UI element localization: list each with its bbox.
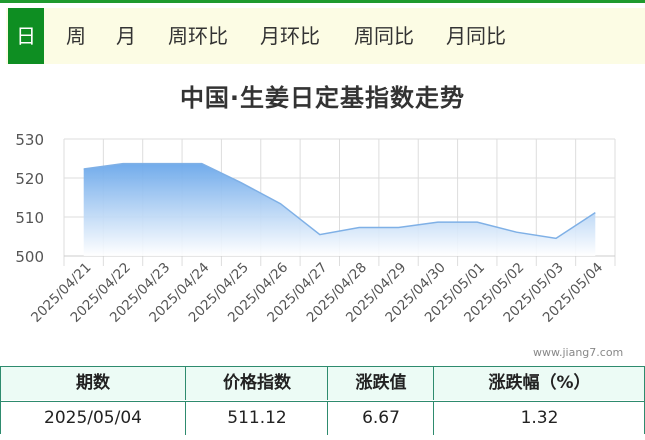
y-tick-label: 500 (15, 248, 44, 266)
y-tick-label: 510 (15, 209, 44, 227)
cell-price-index: 511.12 (185, 402, 328, 435)
summary-table: 期数 价格指数 涨跌值 涨跌幅（%） 2025/05/04 511.12 6.6… (0, 366, 645, 435)
header-price-index: 价格指数 (185, 367, 328, 400)
header-period: 期数 (76, 373, 110, 393)
y-tick-label: 530 (15, 131, 44, 149)
header-change-percent: 涨跌幅（%） (433, 367, 645, 400)
table-header-row: 期数 价格指数 涨跌值 涨跌幅（%） (1, 367, 644, 400)
cell-period: 2025/05/04 (44, 408, 142, 428)
y-tick-label: 520 (15, 170, 44, 188)
cell-change-percent: 1.32 (433, 402, 645, 435)
header-change-value: 涨跌值 (327, 367, 434, 400)
table-row: 2025/05/04 511.12 6.67 1.32 (1, 401, 644, 435)
cell-change-value: 6.67 (327, 402, 434, 435)
watermark: www.jiang7.com (533, 346, 624, 359)
price-index-chart: 5005105205302025/04/212025/04/222025/04/… (15, 131, 616, 326)
